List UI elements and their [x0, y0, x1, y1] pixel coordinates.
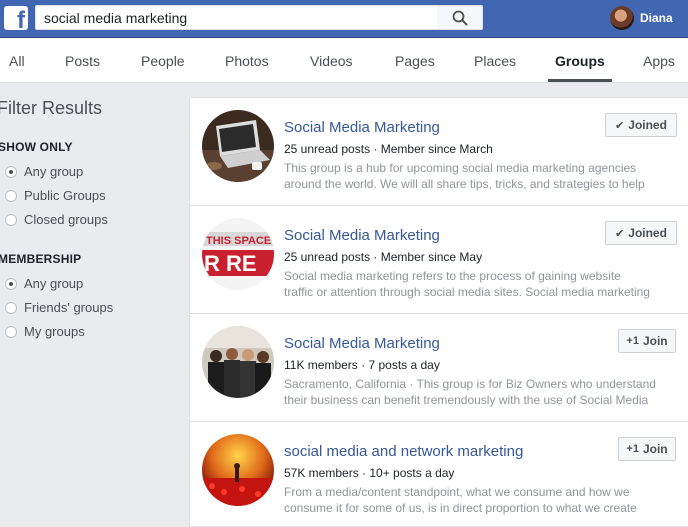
group-meta: 57K members · 10+ posts a day [284, 466, 455, 480]
group-meta: 11K members · 7 posts a day [284, 358, 440, 372]
search-button[interactable] [437, 5, 483, 30]
group-description: Social media marketing refers to the pro… [284, 269, 650, 299]
thumb-sign-line2: R RE [204, 251, 257, 276]
checkmark-icon: ✔ [615, 227, 625, 240]
group-result-card: social media and network marketing 57K m… [190, 422, 688, 527]
group-result-card: Social Media Marketing 25 unread posts ·… [190, 98, 688, 206]
show-only-heading: SHOW ONLY [0, 140, 73, 154]
group-name-link[interactable]: Social Media Marketing [284, 227, 440, 244]
top-bar: f Diana [0, 0, 688, 38]
group-photo-sign[interactable]: THIS SPACE R RE [202, 218, 274, 290]
tab-places[interactable]: Places [474, 53, 516, 69]
group-photo-flowers[interactable] [202, 434, 274, 506]
filter-any-group[interactable]: Any group [5, 164, 83, 179]
sign-image-icon: THIS SPACE R RE [202, 218, 274, 290]
tab-pages[interactable]: Pages [395, 53, 435, 69]
filter-results-title: Filter Results [0, 98, 103, 118]
thumb-sign-line1: THIS SPACE [206, 235, 271, 247]
membership-friends-groups[interactable]: Friends' groups [5, 300, 113, 315]
flowers-image-icon [202, 434, 274, 506]
tab-groups[interactable]: Groups [555, 53, 605, 69]
user-avatar[interactable] [610, 6, 634, 30]
search-icon [452, 10, 467, 25]
group-name-link[interactable]: Social Media Marketing [284, 335, 440, 352]
search-tabs: All Posts People Photos Videos Pages Pla… [0, 38, 688, 83]
joined-button[interactable]: ✔ Joined [605, 221, 677, 245]
active-tab-indicator [548, 79, 612, 82]
radio-icon[interactable] [5, 189, 17, 202]
joined-button[interactable]: ✔ Joined [605, 113, 677, 137]
people-image-icon [202, 326, 274, 398]
filter-closed-groups[interactable]: Closed groups [5, 212, 108, 227]
facebook-logo-icon[interactable]: f [4, 6, 28, 30]
radio-icon[interactable] [5, 301, 17, 314]
group-results-list: Social Media Marketing 25 unread posts ·… [189, 97, 688, 527]
tab-apps[interactable]: Apps [643, 53, 675, 69]
membership-my-groups[interactable]: My groups [5, 324, 85, 339]
radio-icon[interactable] [5, 325, 17, 338]
tab-posts[interactable]: Posts [65, 53, 100, 69]
group-description: Sacramento, California · This group is f… [284, 377, 656, 407]
group-meta: 25 unread posts · Member since March [284, 142, 493, 156]
add-person-icon: +1 [626, 335, 639, 347]
search-input[interactable] [36, 6, 437, 29]
group-meta: 25 unread posts · Member since May [284, 250, 483, 264]
tab-all[interactable]: All [9, 53, 25, 69]
laptop-image-icon [202, 110, 274, 182]
tab-photos[interactable]: Photos [225, 53, 269, 69]
checkmark-icon: ✔ [615, 119, 625, 132]
group-photo-people[interactable] [202, 326, 274, 398]
filter-public-groups[interactable]: Public Groups [5, 188, 106, 203]
join-button[interactable]: +1 Join [618, 437, 676, 461]
group-name-link[interactable]: social media and network marketing [284, 443, 523, 460]
search-box[interactable] [35, 5, 438, 30]
membership-heading: MEMBERSHIP [0, 252, 82, 266]
group-description: From a media/content standpoint, what we… [284, 485, 637, 515]
filter-sidebar: Filter Results SHOW ONLY Any group Publi… [0, 83, 188, 527]
group-result-card: THIS SPACE R RE Social Media Marketing 2… [190, 206, 688, 314]
tab-people[interactable]: People [141, 53, 185, 69]
add-person-icon: +1 [626, 443, 639, 455]
tab-videos[interactable]: Videos [310, 53, 353, 69]
radio-selected-icon[interactable] [5, 165, 17, 178]
radio-icon[interactable] [5, 213, 17, 226]
group-photo-laptop[interactable] [202, 110, 274, 182]
user-name-link[interactable]: Diana [640, 11, 673, 25]
group-name-link[interactable]: Social Media Marketing [284, 119, 440, 136]
group-result-card: Social Media Marketing 11K members · 7 p… [190, 314, 688, 422]
radio-selected-icon[interactable] [5, 277, 17, 290]
group-description: This group is a hub for upcoming social … [284, 161, 645, 191]
membership-any-group[interactable]: Any group [5, 276, 83, 291]
join-button[interactable]: +1 Join [618, 329, 676, 353]
